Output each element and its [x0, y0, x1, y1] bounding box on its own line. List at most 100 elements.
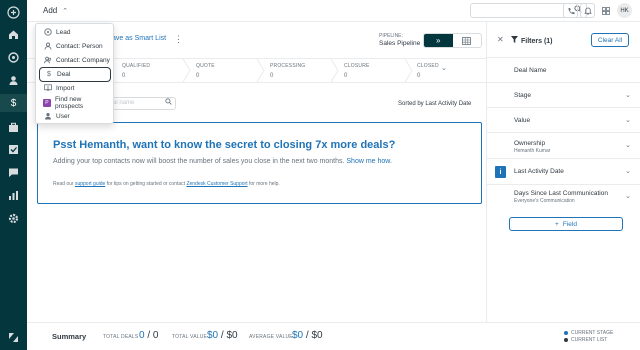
menu-item-find-prospects[interactable]: P Find new prospects: [39, 95, 111, 110]
menu-item-deal[interactable]: $ Deal: [39, 67, 111, 82]
customer-support-link[interactable]: Zendesk Customer Support: [186, 181, 247, 187]
leads-icon[interactable]: [7, 51, 20, 64]
filter-label: Last Activity Date: [514, 168, 564, 175]
search-icon: [165, 98, 172, 107]
menu-item-label: Contact: Company: [56, 57, 110, 64]
filter-row-days-since-communication[interactable]: Days Since Last Communication Everyone's…: [487, 185, 640, 209]
filters-title-text: Filters (1): [521, 38, 553, 45]
more-options-icon[interactable]: ⋮: [174, 34, 183, 45]
phone-icon[interactable]: [563, 3, 578, 18]
briefcase-icon[interactable]: [7, 121, 20, 134]
person-icon: [43, 42, 53, 52]
average-value-list: $0: [311, 330, 323, 341]
add-label: Add: [43, 6, 58, 15]
stage-divider: [330, 59, 339, 82]
chevron-down-icon: ⌄: [625, 92, 631, 99]
show-me-how-link[interactable]: Show me how.: [346, 158, 392, 165]
reports-icon[interactable]: [7, 189, 20, 202]
filter-funnel-icon: [511, 36, 518, 45]
legend-label: CURRENT STAGE: [571, 330, 614, 336]
view-toggle: »: [423, 33, 482, 48]
company-icon: [43, 56, 53, 66]
stage-quote[interactable]: QUOTE 0: [196, 63, 215, 79]
chevron-down-icon[interactable]: ⌄: [441, 64, 447, 72]
promo-body: Adding your top contacts now will boost …: [53, 158, 392, 165]
stage-name: QUALIFIED: [122, 63, 151, 69]
stage-closure[interactable]: CLOSURE 0: [344, 63, 370, 79]
clear-all-button[interactable]: Clear All: [591, 33, 629, 47]
total-value-value: $0 / $0: [207, 330, 238, 341]
menu-item-label: Import: [56, 85, 75, 92]
menu-item-lead[interactable]: Lead: [39, 26, 111, 39]
legend-current-stage: CURRENT STAGE: [564, 330, 613, 336]
filter-label: Stage: [514, 92, 531, 99]
lead-icon: [43, 27, 53, 38]
menu-item-contact-company[interactable]: Contact: Company: [39, 54, 111, 67]
promo-foot-text: for more help.: [247, 181, 280, 187]
chevron-down-icon: ⌄: [625, 168, 631, 175]
filters-panel: ✕ Filters (1) Clear All Deal Name Stage …: [486, 22, 640, 322]
zendesk-z-icon[interactable]: [7, 331, 20, 344]
user-icon: [43, 112, 53, 122]
contacts-icon[interactable]: [7, 74, 20, 87]
messages-icon[interactable]: [7, 166, 20, 179]
stage-processing[interactable]: PROCESSING 0: [270, 63, 305, 79]
legend-current-list: CURRENT LIST: [564, 337, 607, 343]
chevron-up-icon: ⌃: [62, 8, 69, 15]
summary-title: Summary: [52, 332, 87, 341]
support-guide-link[interactable]: support guide: [75, 181, 105, 187]
average-value-label: AVERAGE VALUE: [249, 334, 293, 340]
menu-item-import[interactable]: Import: [39, 82, 111, 95]
promo-foot-text: Read our: [53, 181, 75, 187]
total-value-current: $0: [207, 330, 219, 341]
total-value-list: $0: [226, 330, 238, 341]
filter-value: Everyone's Communication: [514, 198, 575, 204]
total-deals-list: 0: [152, 330, 159, 341]
settings-icon[interactable]: [7, 212, 20, 225]
add-field-button[interactable]: + Field: [509, 217, 623, 231]
legend-label: CURRENT LIST: [571, 337, 608, 343]
stage-closed[interactable]: CLOSED 0: [417, 63, 439, 79]
tasks-icon[interactable]: [7, 143, 20, 156]
sort-selector[interactable]: Sorted by Last Activity Date: [398, 101, 471, 107]
total-deals-current: 0: [139, 330, 145, 341]
promo-foot-text: for tips on getting started or contact: [105, 181, 187, 187]
stage-name: CLOSED: [417, 63, 439, 69]
import-icon: [43, 83, 53, 94]
filter-row-last-activity[interactable]: i Last Activity Date ⌄: [487, 159, 640, 185]
menu-item-user[interactable]: User: [39, 110, 111, 123]
avatar[interactable]: HK: [617, 3, 632, 18]
bell-icon[interactable]: [580, 3, 595, 18]
menu-item-contact-person[interactable]: Contact: Person: [39, 40, 111, 53]
average-value-current: $0: [292, 330, 304, 341]
add-field-label: Field: [562, 220, 577, 228]
zendesk-logo-icon[interactable]: [7, 6, 20, 19]
add-button[interactable]: Add ⌃: [43, 6, 68, 15]
home-icon[interactable]: [7, 28, 20, 41]
save-smart-list-button[interactable]: ave as Smart List: [112, 35, 166, 42]
deal-search-input[interactable]: al name: [108, 97, 176, 110]
menu-item-label: Find new prospects: [54, 95, 84, 110]
apps-grid-icon[interactable]: [598, 3, 613, 18]
top-bar: Add ⌃ HK: [27, 0, 640, 22]
stage-name: PROCESSING: [270, 63, 306, 69]
deals-icon[interactable]: $: [0, 94, 27, 112]
table-view-icon[interactable]: [452, 34, 481, 47]
average-value-value: $0 / $0: [292, 330, 323, 341]
legend-dot: [564, 338, 568, 342]
pipeline-select[interactable]: Sales Pipeline: [379, 40, 420, 47]
filter-row-stage[interactable]: Stage ⌄: [487, 83, 640, 108]
stage-divider: [404, 59, 413, 82]
filter-row-ownership[interactable]: Ownership Hemanth Kumar ⌄: [487, 133, 640, 159]
dollar-icon: $: [47, 71, 51, 78]
stage-count: 0: [344, 73, 348, 79]
left-nav: $: [0, 0, 27, 350]
filter-row-value[interactable]: Value ⌄: [487, 108, 640, 133]
pipeline-view-icon[interactable]: »: [424, 34, 453, 47]
stage-qualified[interactable]: QUALIFIED 0: [122, 63, 150, 79]
stage-count: 0: [122, 73, 126, 79]
filter-label: Value: [514, 117, 531, 124]
filter-row-deal-name[interactable]: Deal Name: [487, 58, 640, 83]
filter-label: Ownership: [514, 140, 546, 147]
close-icon[interactable]: ✕: [497, 35, 504, 44]
